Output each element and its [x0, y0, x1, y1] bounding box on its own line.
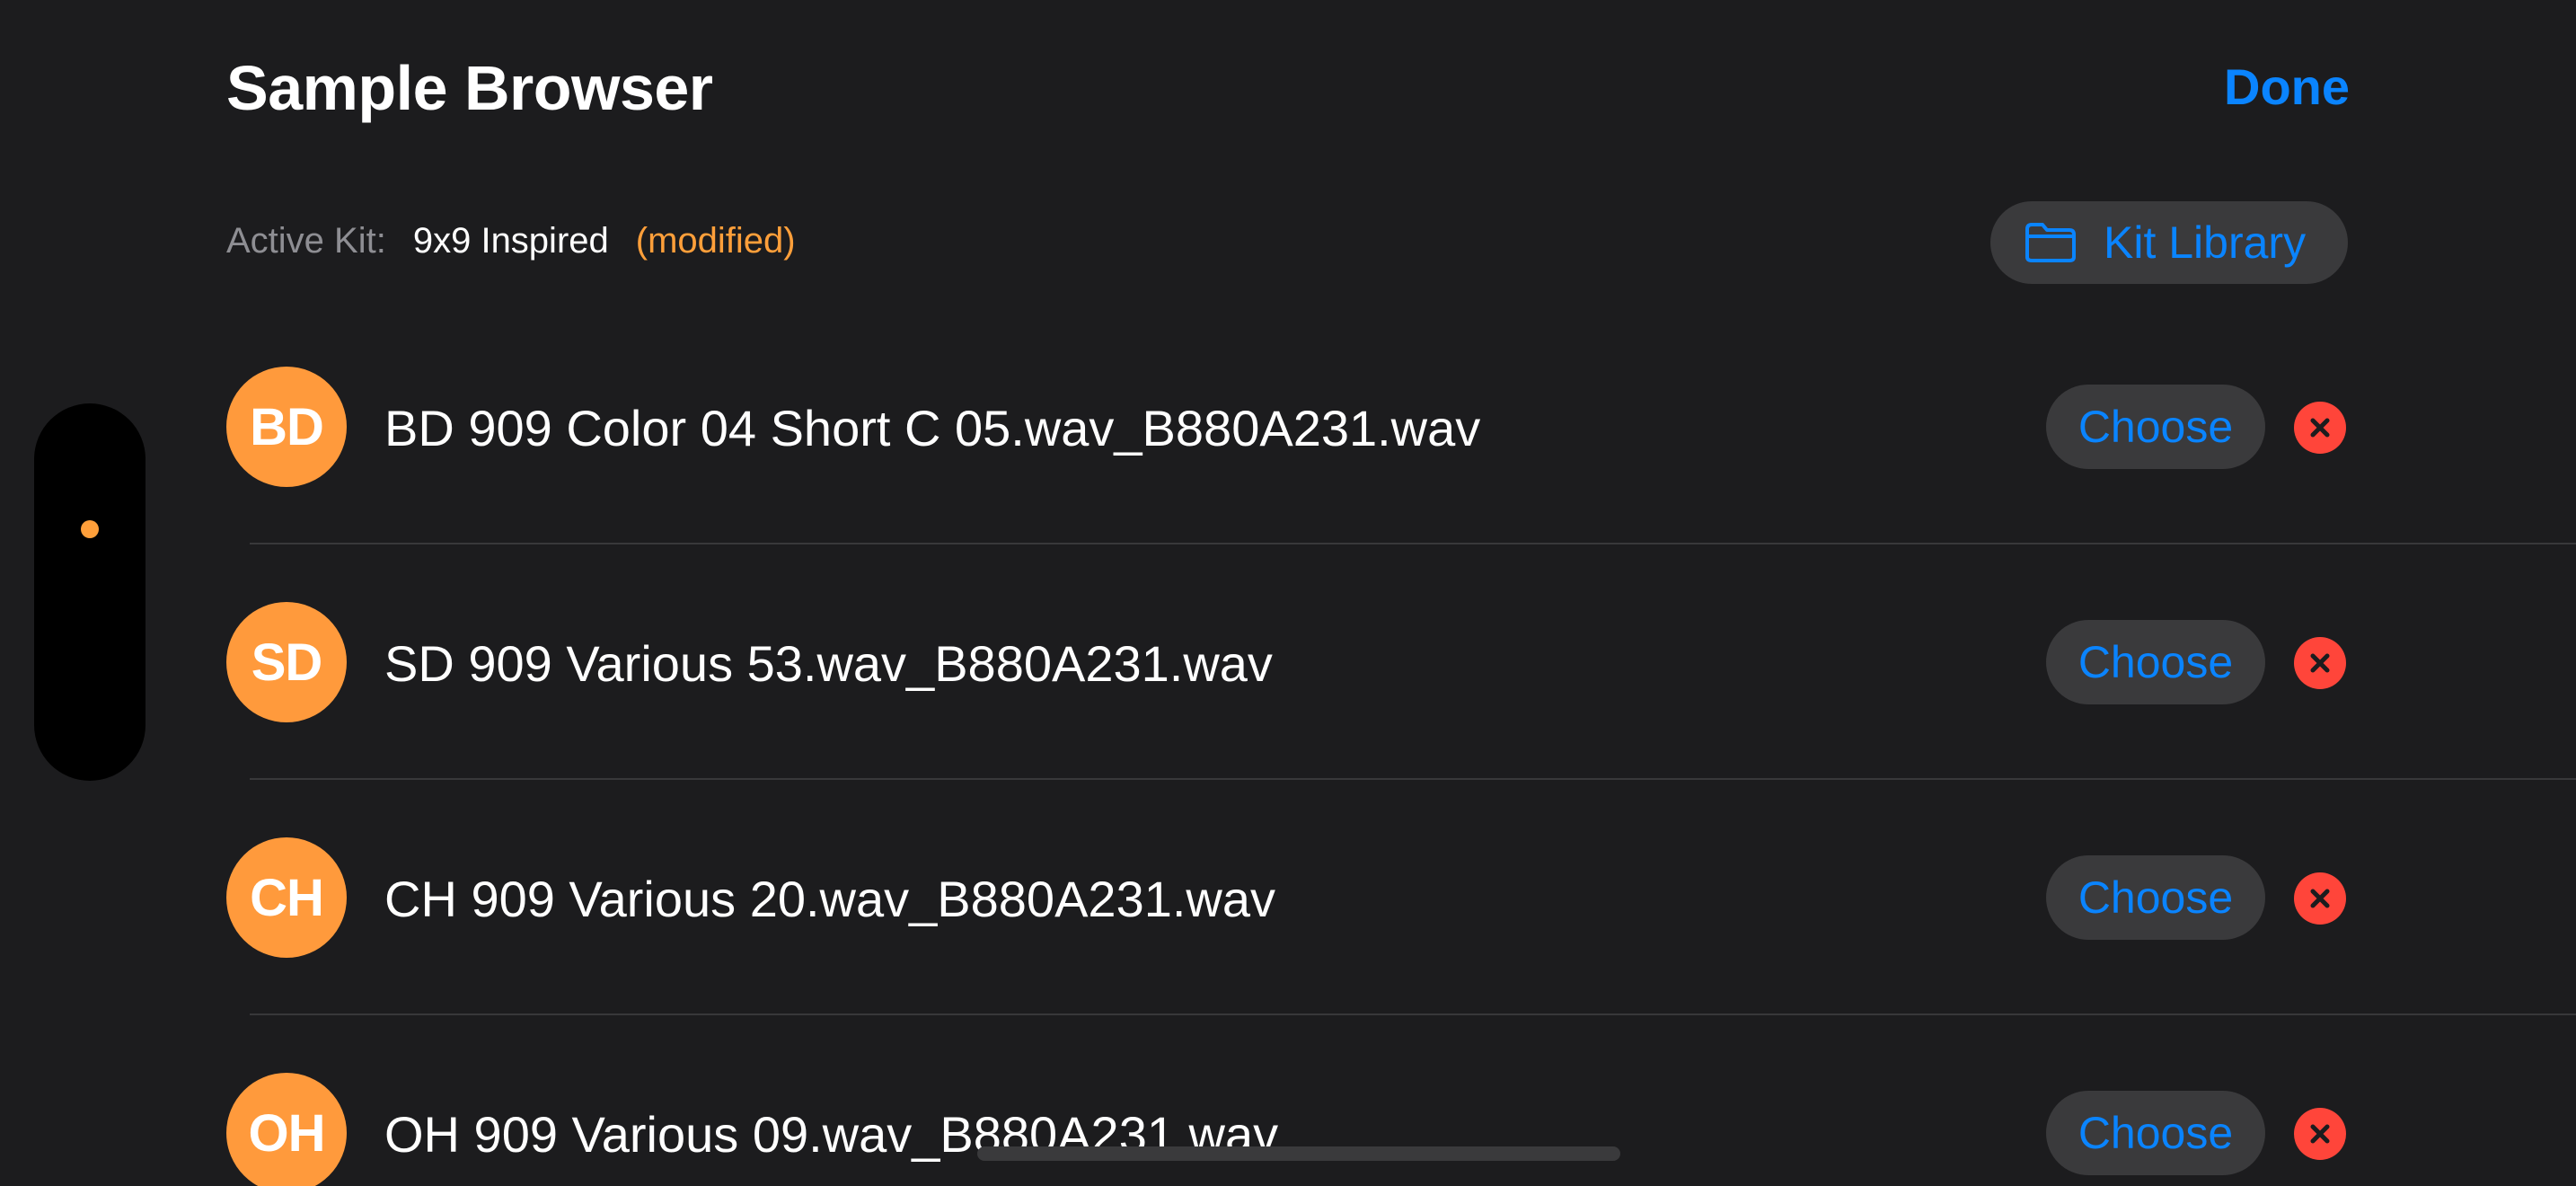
sample-filename: SD 909 Various 53.wav_B880A231.wav [384, 635, 1273, 692]
close-icon [2310, 1124, 2330, 1144]
folder-icon [2025, 223, 2076, 262]
list-item: OH OH 909 Various 09.wav_B880A231.wav Ch… [0, 1073, 2576, 1186]
list-item: CH CH 909 Various 20.wav_B880A231.wav Ch… [0, 837, 2576, 1073]
close-icon [2310, 889, 2330, 908]
remove-button[interactable] [2294, 637, 2346, 689]
kit-library-label: Kit Library [2104, 217, 2307, 268]
kit-modified-status: (modified) [635, 221, 796, 261]
active-kit-label: Active Kit: [226, 221, 386, 261]
pad-badge: SD [226, 602, 347, 722]
close-icon [2310, 418, 2330, 438]
page-title: Sample Browser [226, 53, 713, 123]
home-indicator[interactable] [977, 1146, 1620, 1161]
sample-filename: CH 909 Various 20.wav_B880A231.wav [384, 871, 1276, 927]
kit-library-button[interactable]: Kit Library [1990, 201, 2348, 284]
choose-button[interactable]: Choose [2046, 620, 2265, 704]
sample-browser-screen: Sample Browser Done Active Kit: 9x9 Insp… [0, 0, 2576, 1186]
pad-badge: BD [226, 367, 347, 487]
pad-badge: CH [226, 837, 347, 958]
active-kit-name: 9x9 Inspired [412, 221, 609, 261]
sample-filename: BD 909 Color 04 Short C 05.wav_B880A231.… [384, 400, 1481, 456]
row-divider [250, 778, 2576, 780]
remove-button[interactable] [2294, 1108, 2346, 1160]
row-divider [250, 543, 2576, 544]
active-kit-row: Active Kit: 9x9 Inspired (modified) [226, 221, 796, 261]
row-divider [250, 1013, 2576, 1015]
choose-button[interactable]: Choose [2046, 855, 2265, 940]
remove-button[interactable] [2294, 402, 2346, 454]
close-icon [2310, 653, 2330, 673]
list-item: BD BD 909 Color 04 Short C 05.wav_B880A2… [0, 367, 2576, 602]
choose-button[interactable]: Choose [2046, 385, 2265, 469]
done-button[interactable]: Done [2224, 58, 2350, 116]
choose-button[interactable]: Choose [2046, 1091, 2265, 1175]
remove-button[interactable] [2294, 872, 2346, 925]
list-item: SD SD 909 Various 53.wav_B880A231.wav Ch… [0, 602, 2576, 837]
pad-badge: OH [226, 1073, 347, 1186]
